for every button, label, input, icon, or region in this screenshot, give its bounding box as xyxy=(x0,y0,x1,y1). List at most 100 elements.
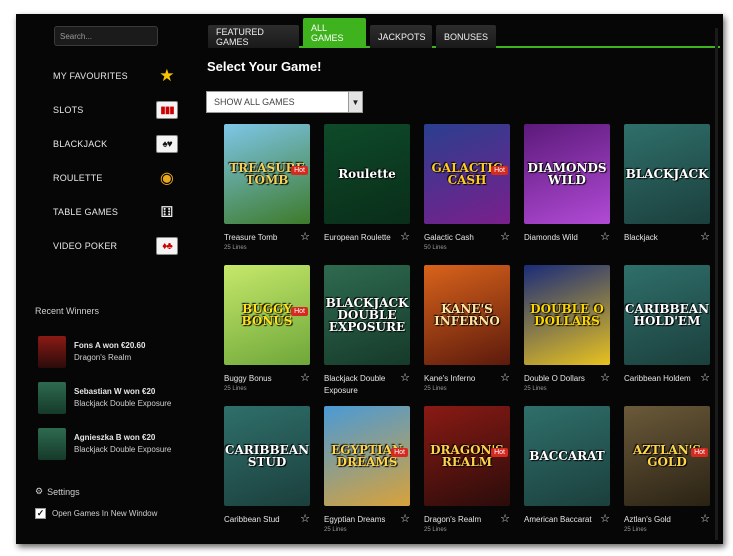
game-thumbnail[interactable]: DIAMONDS WILD xyxy=(524,124,610,224)
game-thumbnail[interactable]: KANE'S INFERNO xyxy=(424,265,510,365)
game-name[interactable]: European Roulette xyxy=(324,232,398,244)
tab-featured-games[interactable]: FEATURED GAMES xyxy=(208,25,299,48)
favourite-star-icon[interactable]: ☆ xyxy=(500,230,510,243)
game-name[interactable]: Caribbean Stud xyxy=(224,514,298,526)
hot-badge: Hot xyxy=(491,448,508,457)
game-filter-dropdown[interactable]: SHOW ALL GAMES ▼ xyxy=(206,91,363,113)
game-thumbnail[interactable]: Roulette xyxy=(324,124,410,224)
game-thumbnail[interactable]: DOUBLE O DOLLARS xyxy=(524,265,610,365)
favourite-star-icon[interactable]: ☆ xyxy=(600,230,610,243)
game-tile[interactable]: EGYPTIAN DREAMS Hot Egyptian Dreams 25 Line… xyxy=(324,406,410,540)
new-window-checkbox[interactable]: ✓ xyxy=(35,508,46,519)
game-tile[interactable]: BLACKJACK Blackjack ☆ xyxy=(624,124,710,258)
game-name[interactable]: Galactic Cash xyxy=(424,232,498,244)
sidebar-item-video-poker[interactable]: VIDEO POKER ♦♣ xyxy=(53,233,178,259)
favourite-star-icon[interactable]: ☆ xyxy=(300,512,310,525)
favourite-star-icon[interactable]: ☆ xyxy=(500,512,510,525)
winner-text: Sebastian W won €20 xyxy=(74,387,156,396)
game-tile[interactable]: BACCARAT American Baccarat ☆ xyxy=(524,406,610,540)
winner-text: Agnieszka B won €20 xyxy=(74,433,156,442)
tab-bonuses[interactable]: BONUSES xyxy=(436,25,496,48)
game-logo-text: BACCARAT xyxy=(529,449,605,463)
favourite-star-icon[interactable]: ☆ xyxy=(400,512,410,525)
hot-badge: Hot xyxy=(491,166,508,175)
open-new-window-setting[interactable]: ✓ Open Games In New Window xyxy=(35,508,157,519)
roulette-wheel-icon: ◉ xyxy=(159,170,175,187)
game-thumbnail[interactable]: AZTLAN'S GOLD Hot xyxy=(624,406,710,506)
game-thumbnail[interactable]: BUGGY BONUS Hot xyxy=(224,265,310,365)
game-tile[interactable]: BLACKJACK DOUBLE EXPOSURE Blackjack Doubl… xyxy=(324,265,410,399)
chevron-down-icon[interactable]: ▼ xyxy=(348,92,362,112)
game-thumbnail[interactable]: CARIBBEAN HOLD'EM xyxy=(624,265,710,365)
game-name[interactable]: Aztlan's Gold xyxy=(624,514,698,526)
favourite-star-icon[interactable]: ☆ xyxy=(600,512,610,525)
game-thumbnail[interactable]: TREASURE TOMB Hot xyxy=(224,124,310,224)
game-thumbnail[interactable]: BLACKJACK DOUBLE EXPOSURE xyxy=(324,265,410,365)
game-thumbnail[interactable]: EGYPTIAN DREAMS Hot xyxy=(324,406,410,506)
favourite-star-icon[interactable]: ☆ xyxy=(300,371,310,384)
tab-label: JACKPOTS xyxy=(378,31,426,42)
game-name[interactable]: Caribbean Holdem xyxy=(624,373,698,385)
game-tile[interactable]: DRAGON'S REALM Hot Dragon's Realm 25 Lines ☆ xyxy=(424,406,510,540)
game-lines: 25 Lines xyxy=(324,527,347,533)
game-lines: 25 Lines xyxy=(424,527,447,533)
game-logo-text: CARIBBEAN HOLD'EM xyxy=(624,302,710,328)
game-tile[interactable]: BUGGY BONUS Hot Buggy Bonus 25 Lines ☆ xyxy=(224,265,310,399)
casino-lobby-window: MY FAVOURITES ★ SLOTS ▮▮▮ BLACKJACK ♠♥ R… xyxy=(16,14,723,544)
game-name[interactable]: Egyptian Dreams xyxy=(324,514,398,526)
game-tile[interactable]: CARIBBEAN STUD Caribbean Stud ☆ xyxy=(224,406,310,540)
game-thumbnail[interactable]: CARIBBEAN STUD xyxy=(224,406,310,506)
winner-game-thumbnail xyxy=(38,382,66,414)
game-tile[interactable]: DIAMONDS WILD Diamonds Wild ☆ xyxy=(524,124,610,258)
game-tile[interactable]: AZTLAN'S GOLD Hot Aztlan's Gold 25 Lines ☆ xyxy=(624,406,710,540)
game-name[interactable]: Treasure Tomb xyxy=(224,232,298,244)
favourite-star-icon[interactable]: ☆ xyxy=(400,371,410,384)
game-tile[interactable]: CARIBBEAN HOLD'EM Caribbean Holdem ☆ xyxy=(624,265,710,399)
game-lines: 25 Lines xyxy=(524,386,547,392)
game-name[interactable]: Kane's Inferno xyxy=(424,373,498,385)
poker-cards-icon: ♦♣ xyxy=(156,237,178,255)
sidebar-item-roulette[interactable]: ROULETTE ◉ xyxy=(53,165,178,191)
tab-all-games[interactable]: ALL GAMES xyxy=(303,18,366,48)
sidebar-item-slots[interactable]: SLOTS ▮▮▮ xyxy=(53,97,178,123)
scrollbar[interactable] xyxy=(715,28,718,540)
game-tile[interactable]: KANE'S INFERNO Kane's Inferno 25 Lines ☆ xyxy=(424,265,510,399)
game-tile[interactable]: TREASURE TOMB Hot Treasure Tomb 25 Lines ☆ xyxy=(224,124,310,258)
winner-game-name: Dragon's Realm xyxy=(74,353,132,362)
game-logo-text: Roulette xyxy=(338,167,396,181)
game-thumbnail[interactable]: GALACTIC CASH Hot xyxy=(424,124,510,224)
winner-game-name: Blackjack Double Exposure xyxy=(74,399,172,408)
game-thumbnail[interactable]: BLACKJACK xyxy=(624,124,710,224)
favourite-star-icon[interactable]: ☆ xyxy=(600,371,610,384)
game-tile[interactable]: DOUBLE O DOLLARS Double O Dollars 25 Lines… xyxy=(524,265,610,399)
game-name[interactable]: Blackjack Double Exposure xyxy=(324,373,398,397)
game-thumbnail[interactable]: BACCARAT xyxy=(524,406,610,506)
game-thumbnail[interactable]: DRAGON'S REALM Hot xyxy=(424,406,510,506)
favourite-star-icon[interactable]: ☆ xyxy=(300,230,310,243)
game-name[interactable]: Dragon's Realm xyxy=(424,514,498,526)
sidebar-item-my-favourites[interactable]: MY FAVOURITES ★ xyxy=(53,63,178,89)
favourite-star-icon[interactable]: ☆ xyxy=(700,512,710,525)
favourite-star-icon[interactable]: ☆ xyxy=(700,230,710,243)
search-input[interactable] xyxy=(54,26,158,46)
gear-icon: ⚙ xyxy=(35,486,44,496)
tab-jackpots[interactable]: JACKPOTS xyxy=(370,25,432,48)
filter-selected-value: SHOW ALL GAMES xyxy=(214,97,295,107)
winner-item[interactable]: Fons A won €20.60 Dragon's Realm xyxy=(38,334,198,370)
sidebar-item-table-games[interactable]: TABLE GAMES ⚅ xyxy=(53,199,178,225)
favourite-star-icon[interactable]: ☆ xyxy=(500,371,510,384)
favourite-star-icon[interactable]: ☆ xyxy=(700,371,710,384)
game-logo-text: KANE'S INFERNO xyxy=(434,302,500,328)
sidebar-item-blackjack[interactable]: BLACKJACK ♠♥ xyxy=(53,131,178,157)
game-tile[interactable]: Roulette European Roulette ☆ xyxy=(324,124,410,258)
winner-item[interactable]: Sebastian W won €20 Blackjack Double Exp… xyxy=(38,380,198,416)
game-name[interactable]: Buggy Bonus xyxy=(224,373,298,385)
game-logo-text: BLACKJACK xyxy=(625,167,709,181)
game-name[interactable]: Double O Dollars xyxy=(524,373,598,385)
game-name[interactable]: American Baccarat xyxy=(524,514,598,526)
game-name[interactable]: Blackjack xyxy=(624,232,698,244)
winner-item[interactable]: Agnieszka B won €20 Blackjack Double Exp… xyxy=(38,426,198,462)
game-name[interactable]: Diamonds Wild xyxy=(524,232,598,244)
game-tile[interactable]: GALACTIC CASH Hot Galactic Cash 50 Lines ☆ xyxy=(424,124,510,258)
favourite-star-icon[interactable]: ☆ xyxy=(400,230,410,243)
